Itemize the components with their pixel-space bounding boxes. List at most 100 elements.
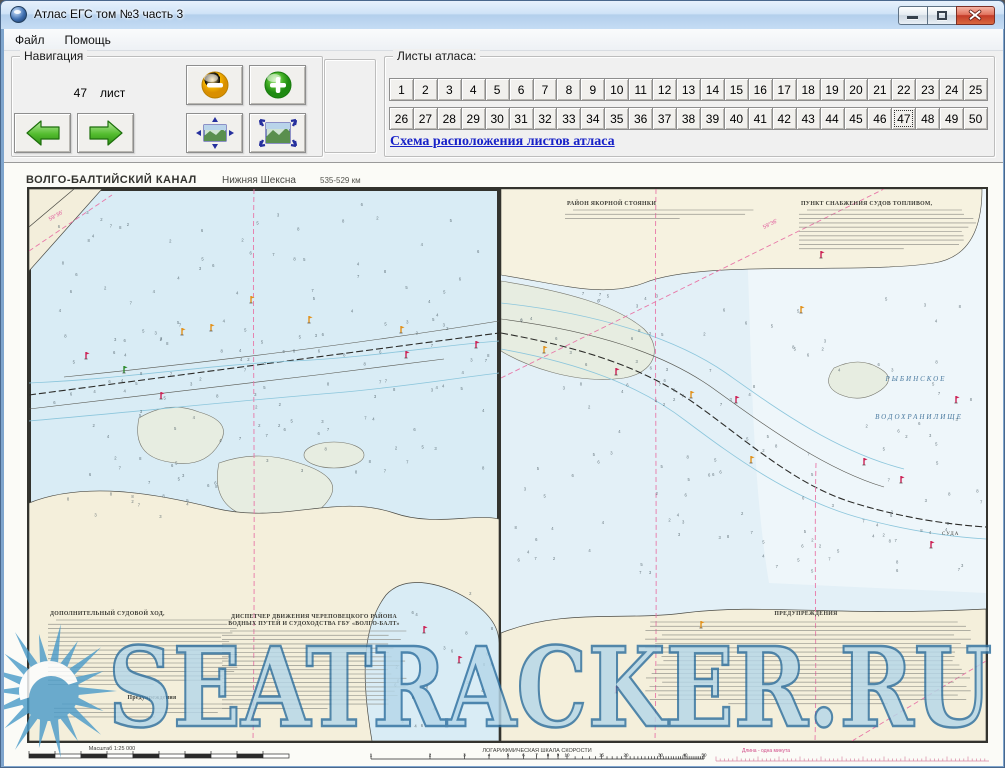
- window-title: Атлас ЕГС том №3 часть 3: [34, 7, 183, 21]
- minimize-button[interactable]: [898, 6, 927, 25]
- maximize-icon: [937, 11, 947, 20]
- chart-subtitle: Нижняя Шексна: [222, 175, 296, 186]
- menu-help[interactable]: Помощь: [56, 30, 120, 50]
- sheet-button-22[interactable]: 22: [891, 78, 916, 101]
- sheet-button-10[interactable]: 10: [604, 78, 629, 101]
- sheet-button-17[interactable]: 17: [772, 78, 797, 101]
- sheet-button-27[interactable]: 27: [413, 107, 438, 130]
- sheet-button-1[interactable]: 1: [389, 78, 414, 101]
- sheet-button-12[interactable]: 12: [652, 78, 677, 101]
- sheet-button-32[interactable]: 32: [533, 107, 558, 130]
- sheet-button-25[interactable]: 25: [963, 78, 988, 101]
- sheet-button-44[interactable]: 44: [820, 107, 845, 130]
- svg-text:30: 30: [658, 753, 664, 758]
- fit-to-window-button[interactable]: [249, 113, 306, 153]
- sheet-button-15[interactable]: 15: [724, 78, 749, 101]
- sheet-button-47[interactable]: 47: [891, 107, 916, 130]
- sheet-button-38[interactable]: 38: [676, 107, 701, 130]
- chart-km-range: 535-529 км: [320, 176, 361, 185]
- sheet-row-1: 1234567891011121314151617181920212223242…: [390, 78, 988, 101]
- menu-file[interactable]: Файл: [6, 30, 54, 50]
- svg-text:15: 15: [599, 753, 605, 758]
- sheet-button-42[interactable]: 42: [772, 107, 797, 130]
- sheet-button-30[interactable]: 30: [485, 107, 510, 130]
- sheet-button-7[interactable]: 7: [533, 78, 558, 101]
- sheet-button-8[interactable]: 8: [556, 78, 581, 101]
- sheet-button-29[interactable]: 29: [461, 107, 486, 130]
- zoom-in-button[interactable]: [249, 65, 306, 105]
- sheet-button-33[interactable]: 33: [556, 107, 581, 130]
- sheet-button-26[interactable]: 26: [389, 107, 414, 130]
- sheet-button-14[interactable]: 14: [700, 78, 725, 101]
- sheet-button-48[interactable]: 48: [915, 107, 940, 130]
- anchor-area-heading: РАЙОН ЯКОРНОЙ СТОЯНКИ: [567, 199, 656, 207]
- minus-circle-icon: [200, 70, 230, 100]
- svg-text:20: 20: [623, 753, 629, 758]
- sheet-button-41[interactable]: 41: [748, 107, 773, 130]
- atlas-sheets-group-label: Листы атласа:: [393, 49, 480, 63]
- arrow-left-icon: [25, 119, 61, 147]
- sheet-button-9[interactable]: 9: [580, 78, 605, 101]
- chart-title: ВОЛГО-БАЛТИЙСКИЙ КАНАЛ: [26, 173, 197, 186]
- sheet-button-34[interactable]: 34: [580, 107, 605, 130]
- prev-sheet-button[interactable]: [14, 113, 71, 153]
- actual-size-button[interactable]: [186, 113, 243, 153]
- sheet-button-28[interactable]: 28: [437, 107, 462, 130]
- zoom-out-button[interactable]: [186, 65, 243, 105]
- arrow-right-icon: [88, 119, 124, 147]
- sheet-button-37[interactable]: 37: [652, 107, 677, 130]
- close-icon: [957, 7, 994, 24]
- chart-viewport[interactable]: ВОЛГО-БАЛТИЙСКИЙ КАНАЛ Нижняя Шексна 535…: [4, 163, 1003, 766]
- sheet-button-19[interactable]: 19: [820, 78, 845, 101]
- sheet-button-45[interactable]: 45: [844, 107, 869, 130]
- menu-bar: Файл Помощь: [4, 29, 1003, 51]
- sheet-button-46[interactable]: 46: [867, 107, 892, 130]
- navigation-group-label: Навигация: [20, 49, 87, 63]
- sheet-button-13[interactable]: 13: [676, 78, 701, 101]
- plus-circle-icon: [263, 70, 293, 100]
- sheet-button-2[interactable]: 2: [413, 78, 438, 101]
- svg-text:1: 1: [370, 753, 373, 758]
- sheet-button-18[interactable]: 18: [796, 78, 821, 101]
- client-area: Файл Помощь Навигация 47 лист: [4, 29, 1003, 766]
- sheet-number-value: 47: [51, 86, 87, 100]
- sheet-button-21[interactable]: 21: [867, 78, 892, 101]
- svg-text:3: 3: [463, 753, 466, 758]
- pan-image-icon: [196, 117, 234, 149]
- additional-channel-heading: ДОПОЛНИТЕЛЬНЫЙ СУДОВОЙ ХОД,: [50, 609, 165, 617]
- svg-text:2: 2: [429, 753, 432, 758]
- sheet-button-6[interactable]: 6: [509, 78, 534, 101]
- sheet-button-39[interactable]: 39: [700, 107, 725, 130]
- separator-panel: [324, 59, 376, 153]
- svg-text:10: 10: [564, 753, 570, 758]
- reservoir-label-2: ВОДОХРАНИЛИЩЕ: [875, 413, 963, 421]
- sheet-button-31[interactable]: 31: [509, 107, 534, 130]
- sheet-layout-scheme-link[interactable]: Схема расположения листов атласа: [390, 134, 615, 150]
- watermark: SEATRACKER.RU: [4, 623, 992, 758]
- sheet-button-5[interactable]: 5: [485, 78, 510, 101]
- sheet-button-11[interactable]: 11: [628, 78, 653, 101]
- svg-text:50: 50: [701, 753, 707, 758]
- sheet-button-16[interactable]: 16: [748, 78, 773, 101]
- chart-scan: ВОЛГО-БАЛТИЙСКИЙ КАНАЛ Нижняя Шексна 535…: [4, 163, 1003, 766]
- watermark-text: SEATRACKER.RU: [108, 623, 992, 752]
- sheet-button-20[interactable]: 20: [844, 78, 869, 101]
- sheet-button-40[interactable]: 40: [724, 107, 749, 130]
- fit-image-icon: [259, 117, 297, 149]
- sheet-button-23[interactable]: 23: [915, 78, 940, 101]
- dispatcher-heading-1: ДИСПЕТЧЕР ДВИЖЕНИЯ ЧЕРЕПОВЕЦКОГО РАЙОНА: [231, 612, 397, 620]
- sheet-button-4[interactable]: 4: [461, 78, 486, 101]
- sheet-button-50[interactable]: 50: [963, 107, 988, 130]
- sheet-button-24[interactable]: 24: [939, 78, 964, 101]
- maximize-button[interactable]: [927, 6, 956, 25]
- sheet-button-43[interactable]: 43: [796, 107, 821, 130]
- close-button[interactable]: [956, 6, 995, 25]
- sheet-button-36[interactable]: 36: [628, 107, 653, 130]
- title-bar[interactable]: Атлас ЕГС том №3 часть 3: [1, 1, 1004, 29]
- warnings-heading: ПРЕДУПРЕЖДЕНИЯ: [774, 611, 838, 617]
- reservoir-label-1: РЫБИНСКОЕ: [885, 375, 947, 383]
- sheet-button-49[interactable]: 49: [939, 107, 964, 130]
- next-sheet-button[interactable]: [77, 113, 134, 153]
- sheet-button-35[interactable]: 35: [604, 107, 629, 130]
- sheet-button-3[interactable]: 3: [437, 78, 462, 101]
